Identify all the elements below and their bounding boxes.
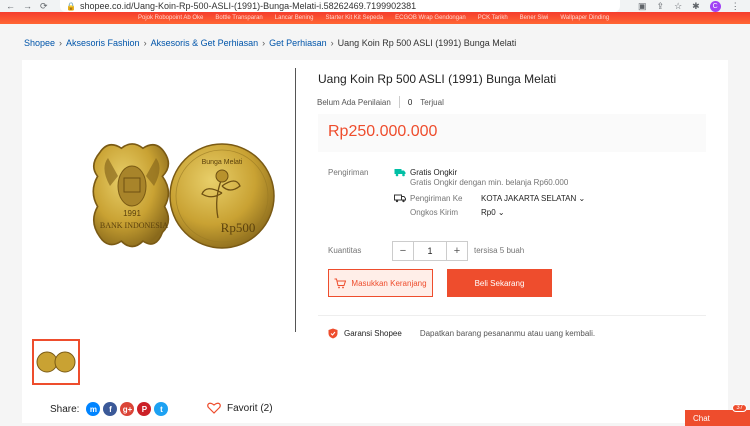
breadcrumb-link[interactable]: Aksesoris Fashion [66, 38, 140, 48]
buy-now-button[interactable]: Beli Sekarang [447, 269, 552, 297]
quantity-increase-button[interactable]: + [447, 242, 467, 260]
coin-bank-text: BANK INDONESIA [100, 221, 168, 230]
breadcrumb-link[interactable]: Get Perhiasan [269, 38, 327, 48]
ship-to-label: Pengiriman Ke [410, 194, 463, 203]
free-shipping-desc: Gratis Ongkir dengan min. belanja Rp60.0… [410, 178, 569, 187]
product-price: Rp250.000.000 [328, 123, 438, 140]
shipping-cost-label: Ongkos Kirim [410, 208, 459, 217]
chevron-right-icon: › [59, 38, 63, 48]
facebook-icon[interactable]: f [103, 402, 118, 416]
shield-icon [328, 328, 338, 339]
product-main-image[interactable]: 1991 BANK INDONESIA Bunga Melati Rp500 [30, 68, 290, 328]
coin-year-text: 1991 [123, 209, 141, 218]
image-divider [295, 68, 296, 332]
share-label: Share: [50, 403, 80, 415]
menu-icon[interactable]: ⋮ [731, 1, 740, 12]
cart-icon [334, 278, 347, 288]
breadcrumb-current: Uang Koin Rp 500 ASLI (1991) Bunga Melat… [337, 38, 517, 48]
profile-avatar[interactable]: C [709, 0, 721, 12]
quantity-stepper: − 1 + [392, 241, 468, 261]
coin-obverse: 1991 BANK INDONESIA [92, 143, 170, 248]
add-to-cart-button[interactable]: Masukkan Keranjang [328, 269, 433, 297]
extension-icon[interactable]: ✱ [692, 1, 700, 12]
breadcrumb-link[interactable]: Shopee [24, 38, 55, 48]
star-icon[interactable]: ☆ [674, 1, 682, 12]
chat-badge: 37 [732, 404, 747, 412]
quantity-input[interactable]: 1 [413, 242, 447, 260]
keyword-link[interactable]: PCK Tarikh [478, 15, 508, 21]
ship-to-city: KOTA JAKARTA SELATAN [481, 194, 577, 203]
meta-divider [398, 96, 400, 108]
free-shipping-title: Gratis Ongkir [410, 168, 458, 177]
heart-icon [207, 402, 221, 414]
coin-flower-text: Bunga Melati [202, 159, 243, 166]
chevron-right-icon: › [330, 38, 334, 48]
lock-icon: 🔒 [66, 1, 76, 11]
coin-value-text: Rp500 [221, 220, 256, 235]
chevron-down-icon: ⌄ [578, 194, 586, 203]
back-icon[interactable]: ← [6, 1, 15, 12]
sold-label: Terjual [420, 97, 444, 107]
shipping-label: Pengiriman [328, 168, 369, 177]
favorite-label: Favorit (2) [227, 402, 273, 414]
browser-tools: ▣ ⇪ ☆ ✱ C ⋮ [620, 0, 740, 12]
favorite-button[interactable]: Favorit (2) [207, 402, 273, 414]
thumbnail-image [36, 351, 76, 373]
address-bar[interactable]: 🔒 shopee.co.id/Uang-Koin-Rp-500-ASLI-(19… [60, 0, 620, 12]
keyword-link[interactable]: Wallpaper Dinding [560, 15, 609, 21]
guarantee-title: Garansi Shopee [344, 329, 402, 338]
free-shipping-icon [394, 169, 406, 177]
product-title: Uang Koin Rp 500 ASLI (1991) Bunga Melat… [318, 72, 557, 86]
chat-button[interactable]: Chat 37 [685, 404, 750, 426]
shipping-cost-value[interactable]: Rp0 ⌄ [481, 208, 505, 217]
quantity-label: Kuantitas [328, 246, 362, 255]
product-thumbnail[interactable] [32, 339, 80, 385]
keyword-link[interactable]: ECGOB Wrap Gendongan [395, 15, 466, 21]
rating-text[interactable]: Belum Ada Penilaian [317, 98, 391, 107]
browser-nav: ← → ⟳ [0, 1, 60, 12]
keyword-link[interactable]: Pojok Robopoint Ab Oke [138, 15, 203, 21]
guarantee-row[interactable]: Garansi Shopee Dapatkan barang pesananmu… [328, 328, 595, 339]
breadcrumb-link[interactable]: Aksesoris & Get Perhiasan [151, 38, 259, 48]
browser-toolbar: ← → ⟳ 🔒 shopee.co.id/Uang-Koin-Rp-500-AS… [0, 0, 750, 12]
breadcrumb: Shopee › Aksesoris Fashion › Aksesoris &… [24, 38, 516, 48]
chat-label: Chat [693, 413, 710, 423]
coin-image: 1991 BANK INDONESIA Bunga Melati Rp500 [92, 143, 275, 249]
add-to-cart-label: Masukkan Keranjang [351, 278, 427, 288]
chevron-down-icon: ⌄ [497, 208, 505, 217]
share-row: Share: m f g+ P t [50, 402, 169, 416]
keyword-link[interactable]: Bottle Transparan [215, 15, 262, 21]
twitter-icon[interactable]: t [154, 402, 169, 416]
product-meta: Belum Ada Penilaian 0 Terjual [317, 96, 444, 108]
ship-to-value[interactable]: KOTA JAKARTA SELATAN ⌄ [481, 194, 585, 203]
coin-reverse: Bunga Melati Rp500 [169, 143, 275, 249]
reload-icon[interactable]: ⟳ [40, 1, 48, 12]
keyword-link[interactable]: Bener Siwi [520, 15, 549, 21]
forward-icon[interactable]: → [23, 1, 32, 12]
keyword-link[interactable]: Lancar Bening [275, 15, 314, 21]
guarantee-desc: Dapatkan barang pesananmu atau uang kemb… [419, 329, 596, 338]
truck-icon [394, 194, 406, 203]
chevron-right-icon: › [262, 38, 266, 48]
messenger-icon[interactable]: m [86, 402, 101, 416]
pinterest-icon[interactable]: P [137, 402, 152, 416]
share-icon[interactable]: ⇪ [657, 1, 665, 12]
chevron-right-icon: › [143, 38, 147, 48]
url-text: shopee.co.id/Uang-Koin-Rp-500-ASLI-(1991… [79, 1, 417, 11]
product-card: 1991 BANK INDONESIA Bunga Melati Rp500 S… [22, 60, 728, 423]
camera-icon[interactable]: ▣ [638, 1, 647, 12]
guarantee-divider [318, 315, 706, 316]
price-box: Rp250.000.000 [318, 114, 706, 152]
shipping-cost: Rp0 [481, 208, 496, 217]
keyword-link[interactable]: Starter Kit Kit Sepeda [325, 15, 383, 21]
quantity-decrease-button[interactable]: − [393, 242, 413, 260]
google-plus-icon[interactable]: g+ [120, 402, 135, 416]
top-keyword-bar: Pojok Robopoint Ab Oke Bottle Transparan… [0, 12, 750, 24]
stock-text: tersisa 5 buah [474, 246, 525, 255]
sold-count: 0 [407, 97, 413, 107]
